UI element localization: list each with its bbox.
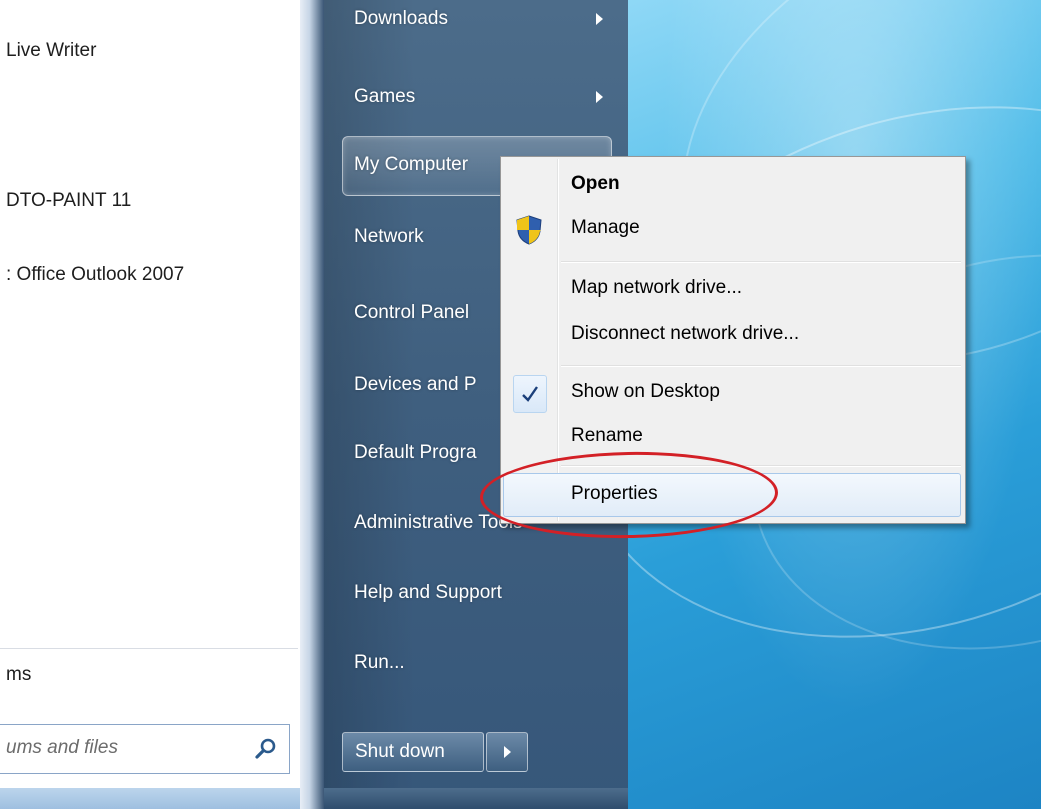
start-menu-footer-left xyxy=(0,788,300,809)
magnifier-icon[interactable] xyxy=(254,737,278,761)
program-item-photo-paint[interactable]: DTO-PAINT 11 xyxy=(6,190,131,212)
menu-item-devices[interactable]: Devices and P xyxy=(354,374,477,396)
context-item-disconnect-network-drive[interactable]: Disconnect network drive... xyxy=(571,323,799,345)
arrow-right-icon xyxy=(504,746,511,758)
menu-item-run[interactable]: Run... xyxy=(354,652,405,674)
program-item-live-writer[interactable]: Live Writer xyxy=(6,40,96,62)
context-item-open[interactable]: Open xyxy=(571,173,620,195)
shutdown-button[interactable]: Shut down xyxy=(342,732,484,772)
all-programs-divider xyxy=(0,648,298,649)
all-programs-link[interactable]: ms xyxy=(6,664,31,686)
menu-item-network[interactable]: Network xyxy=(354,226,424,248)
context-item-show-on-desktop[interactable]: Show on Desktop xyxy=(571,381,720,403)
start-search-input[interactable]: ums and files xyxy=(0,724,290,774)
checkmark-frame xyxy=(513,375,547,413)
context-menu-separator xyxy=(561,365,961,367)
context-menu-separator xyxy=(561,261,961,263)
context-item-rename[interactable]: Rename xyxy=(571,425,643,447)
search-placeholder: ums and files xyxy=(6,737,118,758)
arrow-right-icon xyxy=(596,13,603,25)
context-item-map-network-drive[interactable]: Map network drive... xyxy=(571,277,742,299)
shutdown-label: Shut down xyxy=(355,741,445,762)
menu-item-games[interactable]: Games xyxy=(354,86,415,108)
shutdown-options-button[interactable] xyxy=(486,732,528,772)
menu-item-help-support[interactable]: Help and Support xyxy=(354,582,502,604)
menu-item-control-panel[interactable]: Control Panel xyxy=(354,302,469,324)
menu-item-downloads[interactable]: Downloads xyxy=(354,8,448,30)
start-menu-programs-pane: Live Writer DTO-PAINT 11 : Office Outloo… xyxy=(0,0,300,809)
program-item-outlook[interactable]: : Office Outlook 2007 xyxy=(6,264,184,286)
shield-icon xyxy=(516,215,542,245)
menu-item-default-programs[interactable]: Default Progra xyxy=(354,442,477,464)
checkmark-icon xyxy=(522,386,538,402)
context-item-manage[interactable]: Manage xyxy=(571,217,640,239)
start-menu-footer-right xyxy=(324,788,628,809)
arrow-right-icon xyxy=(596,91,603,103)
start-menu-pane-divider xyxy=(300,0,324,809)
menu-item-my-computer[interactable]: My Computer xyxy=(354,154,468,176)
